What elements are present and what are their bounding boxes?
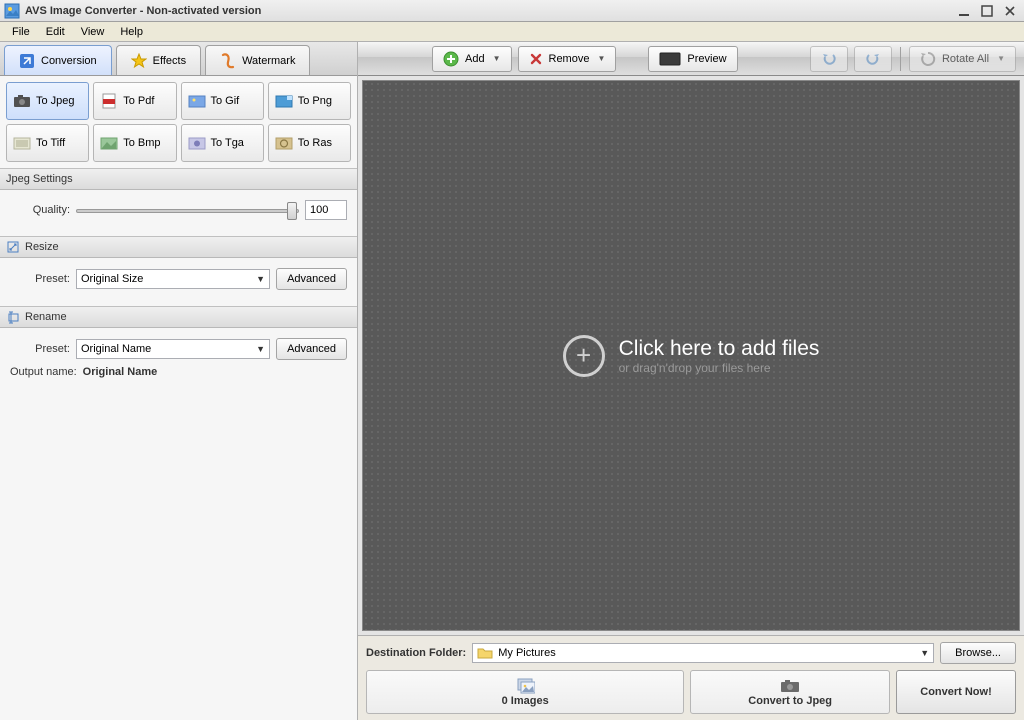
close-button[interactable]	[1000, 3, 1020, 19]
rotate-right-button[interactable]	[854, 46, 892, 72]
camera-icon	[13, 93, 31, 109]
format-to-tga[interactable]: To Tga	[181, 124, 264, 162]
chevron-down-icon: ▼	[997, 54, 1005, 63]
format-to-jpeg[interactable]: To Jpeg	[6, 82, 89, 120]
quality-input[interactable]	[305, 200, 347, 220]
status-images: 0 Images	[366, 670, 684, 714]
section-rename[interactable]: Rename	[0, 306, 357, 328]
format-grid: To Jpeg To Pdf To Gif To Png To Tiff To …	[0, 76, 357, 168]
titlebar: AVS Image Converter - Non-activated vers…	[0, 0, 1024, 22]
format-to-pdf[interactable]: To Pdf	[93, 82, 176, 120]
format-to-png[interactable]: To Png	[268, 82, 351, 120]
bmp-icon	[100, 135, 118, 151]
drop-zone[interactable]: + Click here to add files or drag'n'drop…	[362, 80, 1020, 631]
rename-icon	[6, 310, 20, 324]
pdf-icon	[100, 93, 118, 109]
rename-preset-select[interactable]: Original Name ▼	[76, 339, 270, 359]
chevron-down-icon: ▼	[256, 344, 265, 354]
rotate-left-icon	[821, 51, 837, 67]
drop-subtitle: or drag'n'drop your files here	[619, 361, 820, 375]
resize-advanced-button[interactable]: Advanced	[276, 268, 347, 290]
remove-button[interactable]: Remove ▼	[518, 46, 617, 72]
minimize-button[interactable]	[954, 3, 974, 19]
browse-button[interactable]: Browse...	[940, 642, 1016, 664]
status-convert-target: Convert to Jpeg	[690, 670, 890, 714]
output-name-label: Output name:	[10, 366, 77, 378]
gif-icon	[188, 93, 206, 109]
preview-button[interactable]: Preview	[648, 46, 737, 72]
tab-label: Effects	[153, 55, 186, 67]
tab-label: Watermark	[242, 55, 295, 67]
drop-title: Click here to add files	[619, 337, 820, 361]
destination-label: Destination Folder:	[366, 647, 466, 659]
plus-circle-icon: +	[563, 335, 605, 377]
watermark-icon	[220, 53, 236, 69]
camera-icon	[780, 678, 800, 694]
quality-slider[interactable]	[76, 200, 299, 220]
convert-now-button[interactable]: Convert Now!	[896, 670, 1016, 714]
left-panel: Conversion Effects Watermark To Jpeg To …	[0, 42, 358, 720]
bottom-bar: Destination Folder: My Pictures ▼ Browse…	[358, 635, 1024, 720]
x-icon	[529, 52, 543, 66]
section-resize[interactable]: Resize	[0, 236, 357, 258]
conversion-icon	[19, 53, 35, 69]
menu-file[interactable]: File	[4, 24, 38, 40]
chevron-down-icon: ▼	[597, 54, 605, 63]
app-icon	[4, 3, 20, 19]
rename-advanced-button[interactable]: Advanced	[276, 338, 347, 360]
tiff-icon	[13, 135, 31, 151]
left-tabs: Conversion Effects Watermark	[0, 42, 357, 76]
plus-icon	[443, 51, 459, 67]
ras-icon	[275, 135, 293, 151]
chevron-down-icon: ▼	[920, 648, 929, 658]
resize-icon	[6, 240, 20, 254]
add-button[interactable]: Add ▼	[432, 46, 512, 72]
preview-icon	[659, 52, 681, 66]
resize-preset-label: Preset:	[10, 273, 70, 285]
rename-preset-label: Preset:	[10, 343, 70, 355]
chevron-down-icon: ▼	[493, 54, 501, 63]
rotate-right-icon	[865, 51, 881, 67]
tab-effects[interactable]: Effects	[116, 45, 201, 75]
right-toolbar: Add ▼ Remove ▼ Preview R	[358, 42, 1024, 76]
format-to-ras[interactable]: To Ras	[268, 124, 351, 162]
tab-label: Conversion	[41, 55, 97, 67]
output-name-value: Original Name	[83, 366, 158, 378]
rotate-all-icon	[920, 51, 936, 67]
format-to-gif[interactable]: To Gif	[181, 82, 264, 120]
right-panel: Add ▼ Remove ▼ Preview R	[358, 42, 1024, 720]
section-jpeg-settings: Jpeg Settings	[0, 168, 357, 190]
menubar: File Edit View Help	[0, 22, 1024, 42]
tga-icon	[188, 135, 206, 151]
format-to-tiff[interactable]: To Tiff	[6, 124, 89, 162]
folder-icon	[477, 646, 493, 660]
star-icon	[131, 53, 147, 69]
images-icon	[515, 678, 535, 694]
chevron-down-icon: ▼	[256, 274, 265, 284]
format-to-bmp[interactable]: To Bmp	[93, 124, 176, 162]
menu-help[interactable]: Help	[112, 24, 151, 40]
window-title: AVS Image Converter - Non-activated vers…	[25, 5, 954, 17]
tab-conversion[interactable]: Conversion	[4, 45, 112, 75]
rotate-all-button[interactable]: Rotate All ▼	[909, 46, 1016, 72]
png-icon	[275, 93, 293, 109]
quality-label: Quality:	[10, 204, 70, 216]
maximize-button[interactable]	[977, 3, 997, 19]
rotate-left-button[interactable]	[810, 46, 848, 72]
menu-view[interactable]: View	[73, 24, 113, 40]
menu-edit[interactable]: Edit	[38, 24, 73, 40]
resize-preset-select[interactable]: Original Size ▼	[76, 269, 270, 289]
destination-select[interactable]: My Pictures ▼	[472, 643, 934, 663]
tab-watermark[interactable]: Watermark	[205, 45, 310, 75]
